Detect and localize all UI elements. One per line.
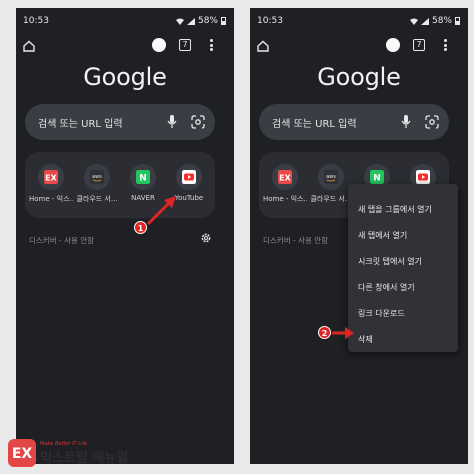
microphone-icon[interactable] [400,114,412,130]
search-placeholder: 검색 또는 URL 입력 [272,119,357,130]
home-icon[interactable] [256,39,270,53]
gear-icon[interactable] [200,232,212,244]
svg-text:EX: EX [12,446,33,462]
aws-icon: aws [90,170,104,184]
shortcut-cloud[interactable]: aws 클라우드 서... [75,164,119,204]
google-logo: Google [83,63,167,91]
svg-text:N: N [139,174,147,184]
svg-text:EX: EX [45,174,57,183]
status-time: 10:53 [257,16,283,26]
ex-brand-logo-icon: EX [8,439,36,467]
home-icon[interactable] [22,39,36,53]
discover-status: 디스커버 - 사용 안함 [263,236,329,245]
svg-text:N: N [373,174,381,184]
wifi-icon [409,18,418,25]
naver-icon: N [370,170,384,184]
tab-switcher-button[interactable]: 7 [413,39,425,51]
search-placeholder: 검색 또는 URL 입력 [38,119,123,130]
search-bar[interactable]: 검색 또는 URL 입력 [259,104,449,140]
ex-logo-icon: EX [278,170,292,184]
browser-toolbar: 7 [250,36,468,58]
svg-text:EX: EX [279,174,291,183]
shortcut-home[interactable]: EX Home - 익스... [263,164,307,204]
youtube-icon [416,170,430,184]
naver-icon: N [136,170,150,184]
menu-open-in-incognito[interactable]: 시크릿 탭에서 열기 [358,256,422,267]
tab-switcher-button[interactable]: 7 [179,39,191,51]
battery-icon [455,17,460,25]
ex-logo-icon: EX [44,170,58,184]
brand-watermark: EX Make Better IT Life 익스트림 매뉴얼 [8,438,128,468]
menu-download-link[interactable]: 링크 다운로드 [358,308,405,319]
shortcut-cloud[interactable]: aws 클라우드 서... [309,164,353,204]
phone-screen-right: 10:53 58% 7 Google 검색 또는 URL 입력 EX Home … [250,8,468,464]
browser-toolbar: 7 [16,36,234,58]
shortcut-label: 클라우드 서... [310,195,352,203]
annotation-arrow-icon [332,327,354,339]
annotation-arrow-icon [146,196,176,226]
svg-text:aws: aws [92,174,102,180]
more-menu-icon[interactable] [208,39,214,53]
wifi-icon [175,18,184,25]
menu-open-in-tab-group[interactable]: 새 탭을 그룹에서 열기 [358,204,432,215]
battery-icon [221,17,226,25]
google-lens-icon[interactable] [425,115,439,129]
status-bar: 10:53 58% [250,8,468,30]
google-lens-icon[interactable] [191,115,205,129]
brand-name: 익스트림 매뉴얼 [40,450,129,466]
menu-open-in-other-window[interactable]: 다른 창에서 열기 [358,282,415,293]
signal-icon [420,17,429,25]
shortcut-context-menu: 새 탭을 그룹에서 열기 새 탭에서 열기 시크릿 탭에서 열기 다른 창에서 … [348,184,458,352]
more-menu-icon[interactable] [442,39,448,53]
battery-percent: 58% [197,16,218,26]
youtube-icon [182,170,196,184]
menu-remove[interactable]: 삭제 [358,334,373,345]
shortcut-tiles: EX Home - 익스... aws 클라우드 서... N NAVER Yo… [25,152,215,218]
callout-badge-2: 2 [318,326,331,339]
microphone-icon[interactable] [166,114,178,130]
battery-percent: 58% [431,16,452,26]
menu-open-in-new-tab[interactable]: 새 탭에서 열기 [358,230,407,241]
shortcut-label: Home - 익스... [263,195,307,203]
shortcut-label: Home - 익스... [29,195,73,203]
signal-icon [186,17,195,25]
aws-icon: aws [324,170,338,184]
status-bar: 10:53 58% [16,8,234,30]
callout-badge-1: 1 [134,221,147,234]
search-bar[interactable]: 검색 또는 URL 입력 [25,104,215,140]
profile-avatar[interactable] [386,38,400,52]
shortcut-label: 클라우드 서... [76,195,118,203]
google-logo: Google [317,63,401,91]
shortcut-home[interactable]: EX Home - 익스... [29,164,73,204]
svg-text:aws: aws [326,174,336,180]
profile-avatar[interactable] [152,38,166,52]
phone-screen-left: 10:53 58% 7 Google 검색 또는 URL 입력 EX Home … [16,8,234,464]
status-time: 10:53 [23,16,49,26]
discover-status: 디스커버 - 사용 안함 [29,236,95,245]
